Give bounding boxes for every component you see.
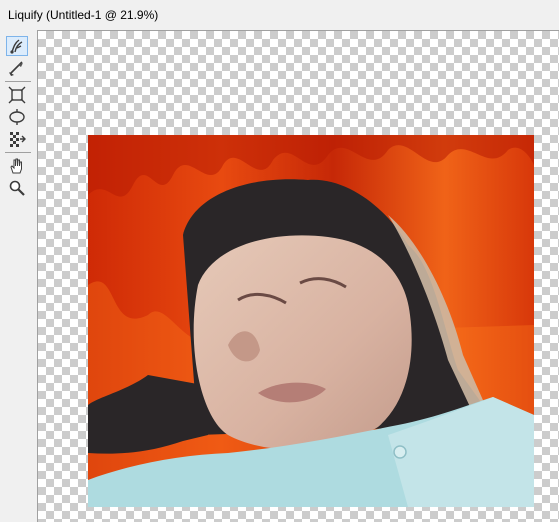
tool-separator: [5, 152, 31, 153]
shirt-button: [393, 445, 407, 459]
hand-tool-icon[interactable]: [6, 156, 28, 176]
pucker-tool-icon[interactable]: [6, 85, 28, 105]
bloat-tool-icon[interactable]: [6, 107, 28, 127]
face: [193, 235, 412, 450]
title-bar: Liquify (Untitled-1 @ 21.9%): [0, 0, 559, 30]
zoom-tool-icon[interactable]: [6, 178, 28, 198]
forward-warp-tool-icon[interactable]: [6, 36, 28, 56]
push-left-tool-icon[interactable]: [6, 129, 28, 149]
tool-separator: [5, 81, 31, 82]
window-title: Liquify (Untitled-1 @ 21.9%): [8, 8, 159, 22]
preview-canvas[interactable]: [37, 30, 559, 522]
reconstruct-tool-icon[interactable]: [6, 58, 28, 78]
tool-panel: [0, 30, 36, 522]
canvas-image: [88, 135, 534, 507]
